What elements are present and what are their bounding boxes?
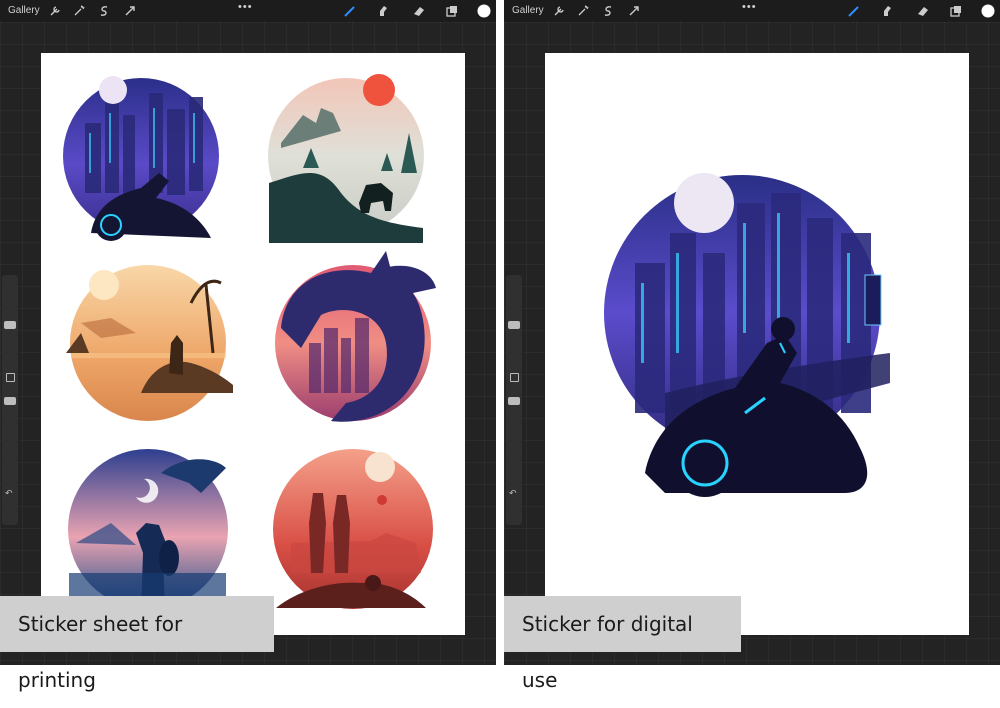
magic-wand-icon[interactable]: [576, 4, 590, 18]
wrench-icon[interactable]: [552, 4, 566, 18]
color-swatch-icon[interactable]: [477, 4, 491, 18]
modify-button[interactable]: [6, 373, 15, 382]
top-toolbar: Gallery •••: [0, 0, 496, 22]
opacity-slider[interactable]: [508, 397, 520, 405]
undo-icon[interactable]: ↶: [5, 488, 13, 499]
selection-s-icon[interactable]: [601, 4, 615, 18]
undo-icon[interactable]: ↶: [509, 488, 517, 499]
side-toolbar: ↶: [506, 275, 522, 525]
cyberpunk-motorcycle-sticker[interactable]: [63, 76, 219, 241]
viking-eagle-sticker[interactable]: [68, 449, 228, 613]
brush-size-slider[interactable]: [4, 321, 16, 329]
selection-s-icon[interactable]: [97, 4, 111, 18]
layers-icon[interactable]: [445, 4, 459, 18]
brush-size-slider[interactable]: [508, 321, 520, 329]
magic-wand-icon[interactable]: [72, 4, 86, 18]
gallery-button[interactable]: Gallery: [8, 5, 40, 16]
sticker-sheet-artwork: [63, 74, 436, 613]
top-toolbar: Gallery •••: [504, 0, 1000, 22]
desert-wanderer-sticker[interactable]: [66, 265, 233, 421]
eraser-icon[interactable]: [412, 4, 426, 18]
gallery-button[interactable]: Gallery: [512, 5, 544, 16]
arrow-cursor-icon[interactable]: [123, 4, 137, 18]
smudge-icon[interactable]: [376, 4, 390, 18]
caption-print: Sticker sheet for printing: [0, 596, 274, 692]
more-options-icon[interactable]: •••: [742, 1, 757, 13]
layers-icon[interactable]: [949, 4, 963, 18]
smudge-icon[interactable]: [880, 4, 894, 18]
modify-button[interactable]: [510, 373, 519, 382]
more-options-icon[interactable]: •••: [238, 1, 253, 13]
wrench-icon[interactable]: [48, 4, 62, 18]
wolf-city-sticker[interactable]: [275, 251, 436, 422]
canvas-sticker-sheet[interactable]: [41, 53, 465, 635]
side-toolbar: ↶: [2, 275, 18, 525]
arrow-cursor-icon[interactable]: [627, 4, 641, 18]
desert-planet-sticker[interactable]: [273, 449, 433, 609]
caption-digital: Sticker for digital use: [504, 596, 741, 692]
cyberpunk-motorcycle-sticker-large[interactable]: [604, 173, 890, 497]
canvas-single-sticker[interactable]: [545, 53, 969, 635]
opacity-slider[interactable]: [4, 397, 16, 405]
procreate-window-right: Gallery ••• ↶: [504, 0, 1000, 665]
brush-icon[interactable]: [847, 4, 861, 18]
single-sticker-artwork: [604, 173, 890, 497]
eraser-icon[interactable]: [916, 4, 930, 18]
color-swatch-icon[interactable]: [981, 4, 995, 18]
brush-icon[interactable]: [343, 4, 357, 18]
mountain-castle-sticker[interactable]: [268, 74, 424, 243]
procreate-window-left: Gallery ••• ↶: [0, 0, 496, 665]
